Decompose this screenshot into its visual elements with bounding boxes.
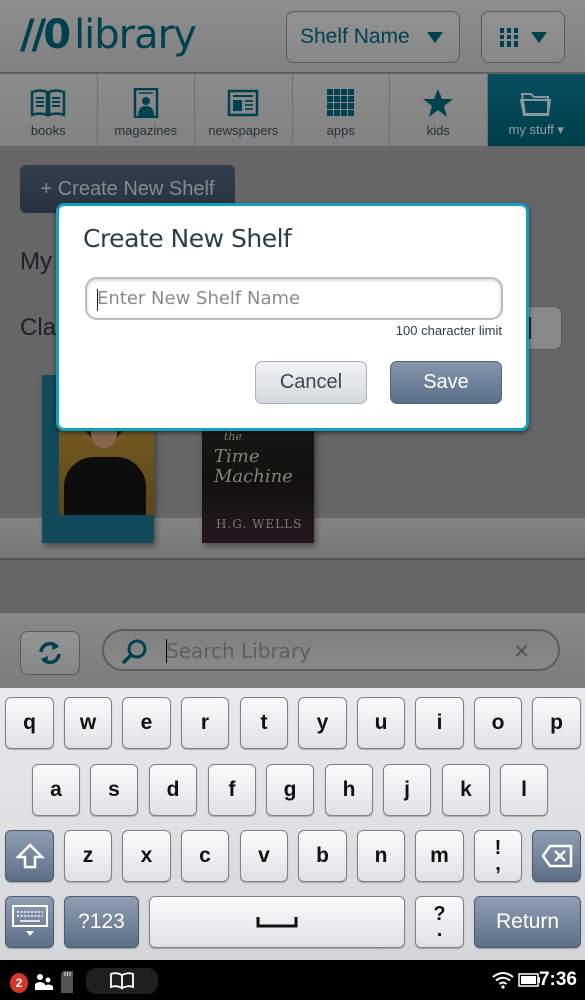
wifi-icon bbox=[492, 972, 514, 989]
key-t[interactable]: t bbox=[240, 697, 288, 749]
key-o[interactable]: o bbox=[474, 697, 522, 749]
key-l[interactable]: l bbox=[500, 764, 548, 816]
battery-icon bbox=[518, 973, 540, 987]
dialog-title: Create New Shelf bbox=[83, 224, 292, 253]
backspace-key[interactable] bbox=[532, 830, 581, 882]
key-q[interactable]: q bbox=[5, 697, 54, 749]
open-book-icon bbox=[110, 972, 134, 990]
sd-card-icon bbox=[61, 971, 73, 993]
character-limit-hint: 100 character limit bbox=[395, 323, 502, 338]
create-shelf-dialog: Create New Shelf Enter New Shelf Name 10… bbox=[56, 203, 529, 431]
clock: 7:36 bbox=[538, 969, 577, 990]
key-h[interactable]: h bbox=[325, 764, 373, 816]
numbers-key[interactable]: ?123 bbox=[64, 896, 139, 948]
key-u[interactable]: u bbox=[357, 697, 405, 749]
space-key[interactable] bbox=[149, 896, 405, 948]
key-k[interactable]: k bbox=[442, 764, 490, 816]
key-m[interactable]: m bbox=[415, 830, 464, 882]
key-question-period[interactable]: ?. bbox=[415, 896, 464, 948]
save-button[interactable]: Save bbox=[390, 361, 502, 404]
key-secondary-char: . bbox=[436, 919, 443, 941]
shift-key[interactable] bbox=[5, 830, 54, 882]
key-f[interactable]: f bbox=[208, 764, 256, 816]
key-n[interactable]: n bbox=[357, 830, 405, 882]
key-b[interactable]: b bbox=[298, 830, 347, 882]
notification-badge[interactable]: 2 bbox=[10, 973, 28, 993]
shelf-name-placeholder: Enter New Shelf Name bbox=[97, 288, 301, 309]
system-status-bar: 2 7:36 bbox=[0, 960, 585, 1000]
key-j[interactable]: j bbox=[383, 764, 431, 816]
onscreen-keyboard: q w e r t y u i o p a s d f g h j k l z … bbox=[0, 688, 585, 960]
key-g[interactable]: g bbox=[266, 764, 314, 816]
key-r[interactable]: r bbox=[181, 697, 229, 749]
key-p[interactable]: p bbox=[532, 697, 581, 749]
backspace-icon bbox=[540, 844, 572, 868]
key-w[interactable]: w bbox=[64, 697, 112, 749]
key-d[interactable]: d bbox=[149, 764, 197, 816]
people-icon bbox=[35, 974, 53, 990]
key-exclamation-comma[interactable]: !, bbox=[474, 830, 522, 882]
library-home-button[interactable] bbox=[86, 968, 158, 994]
key-e[interactable]: e bbox=[122, 697, 171, 749]
space-bar-icon bbox=[256, 917, 298, 928]
key-v[interactable]: v bbox=[240, 830, 288, 882]
shift-arrow-icon bbox=[14, 843, 45, 869]
shelf-name-input[interactable]: Enter New Shelf Name bbox=[85, 277, 503, 320]
cancel-button[interactable]: Cancel bbox=[255, 361, 367, 404]
key-c[interactable]: c bbox=[181, 830, 229, 882]
key-secondary-char: , bbox=[495, 853, 501, 875]
key-a[interactable]: a bbox=[32, 764, 80, 816]
return-key[interactable]: Return bbox=[474, 896, 581, 948]
keyboard-hide-icon bbox=[11, 905, 48, 936]
hide-keyboard-key[interactable] bbox=[5, 896, 54, 948]
key-z[interactable]: z bbox=[64, 830, 112, 882]
key-s[interactable]: s bbox=[90, 764, 138, 816]
key-x[interactable]: x bbox=[122, 830, 171, 882]
key-i[interactable]: i bbox=[415, 697, 464, 749]
key-y[interactable]: y bbox=[298, 697, 347, 749]
text-cursor bbox=[97, 289, 98, 311]
